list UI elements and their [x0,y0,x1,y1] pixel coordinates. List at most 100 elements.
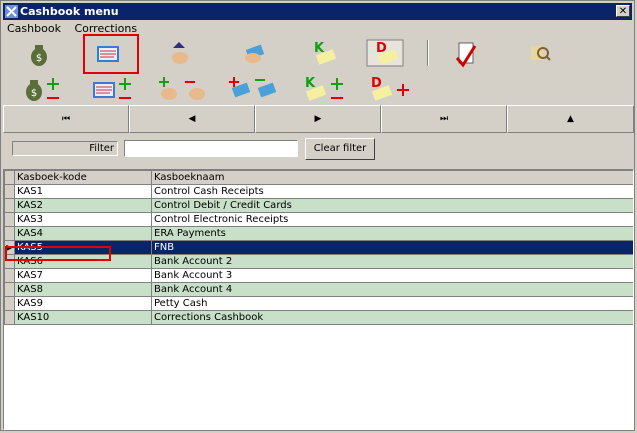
up-button[interactable]: ▲ [507,105,634,133]
up-hand-icon [172,42,188,64]
cards-transfer-button[interactable] [227,74,277,104]
menu-cashbook[interactable]: Cashbook [7,22,61,35]
cashbook-book-icon [97,46,119,62]
ledger-k-icon: K [314,41,337,65]
ledger-k-button[interactable]: K [303,38,343,68]
cell-name[interactable]: FNB [151,240,633,255]
toolbar-row-1: $ K D [5,38,631,68]
table-row[interactable]: KAS6 Bank Account 2 [4,254,633,269]
cards-transfer-icon [229,77,277,98]
report-button[interactable] [445,38,485,68]
row-indicator [4,268,15,283]
cell-name[interactable]: Corrections Cashbook [151,310,633,325]
cell-name[interactable]: Petty Cash [151,296,633,311]
filter-bar: Filter Clear filter [3,135,634,165]
row-indicator [4,212,15,227]
table-row[interactable]: KAS3 Control Electronic Receipts [4,212,633,227]
cell-code[interactable]: KAS8 [14,282,152,297]
ledger-d-add-icon: D [371,76,409,101]
cell-name[interactable]: Control Debit / Credit Cards [151,198,633,213]
cell-name[interactable]: Bank Account 3 [151,268,633,283]
menu-corrections[interactable]: Corrections [74,22,137,35]
cell-name[interactable]: Control Electronic Receipts [151,212,633,227]
ledger-k-add-remove-button[interactable]: K [303,74,343,104]
hands-transfer-button[interactable] [155,74,205,104]
cell-code[interactable]: KAS5 [14,240,152,255]
money-bag-add-remove-icon: $ [26,78,59,101]
last-icon: ⏭ [439,114,449,124]
row-indicator [4,310,15,325]
report-chart-icon [455,42,477,68]
close-button[interactable]: ✕ [616,5,630,17]
ledger-k-add-remove-icon: K [305,76,343,101]
svg-text:$: $ [31,88,37,99]
toolbar-separator [427,40,429,66]
table-row[interactable]: KAS8 Bank Account 4 [4,282,633,297]
record-navigator: ⏮ ◀ ▶ ⏭ ▲ [3,105,634,133]
ledger-d-add-button[interactable]: D [369,74,409,104]
row-indicator: ▶ [4,240,15,255]
cashbook-table: Kasboek-kode Kasboeknaam KAS1 Control Cas… [4,170,633,325]
hands-transfer-icon [159,77,205,100]
row-indicator [4,296,15,311]
cell-name[interactable]: Bank Account 2 [151,254,633,269]
cell-name[interactable]: Bank Account 4 [151,282,633,297]
indicator-header [4,170,15,185]
cell-name[interactable]: Control Cash Receipts [151,184,633,199]
cell-code[interactable]: KAS1 [14,184,152,199]
table-body: KAS1 Control Cash Receipts KAS2 Control Deb… [4,184,633,325]
search-zoom-icon [531,46,551,61]
cell-code[interactable]: KAS10 [14,310,152,325]
close-icon: ✕ [618,6,628,17]
prev-icon: ◀ [188,114,196,124]
prev-record-button[interactable]: ◀ [129,105,255,133]
ledger-d-icon: D [366,39,404,67]
row-indicator [4,282,15,297]
table-row[interactable]: KAS7 Bank Account 3 [4,268,633,283]
column-header-name[interactable]: Kasboeknaam [151,170,633,185]
column-header-code[interactable]: Kasboek-kode [14,170,152,185]
table-header: Kasboek-kode Kasboeknaam [4,170,633,185]
table-row[interactable]: KAS2 Control Debit / Credit Cards [4,198,633,213]
cell-name[interactable]: ERA Payments [151,226,633,241]
filter-input[interactable] [124,140,298,157]
table-row[interactable]: KAS9 Petty Cash [4,296,633,311]
cashbook-window: Cashbook menu ✕ Cashbook Corrections $ K… [0,0,635,431]
title-bar: Cashbook menu ✕ [3,3,632,20]
cell-code[interactable]: KAS6 [14,254,152,269]
hand-card-icon [245,44,265,63]
table-row[interactable]: ▶ KAS5 FNB [4,240,633,255]
next-icon: ▶ [314,114,322,124]
cell-code[interactable]: KAS9 [14,296,152,311]
cashbook-add-remove-button[interactable] [91,74,131,104]
cashbook-button[interactable] [87,38,127,68]
cell-code[interactable]: KAS2 [14,198,152,213]
filter-label: Filter [12,141,118,156]
ledger-d-button[interactable]: D [365,38,405,68]
row-indicator [4,254,15,269]
table-row[interactable]: KAS4 ERA Payments [4,226,633,241]
toolbar-row-2: $ K D [5,74,631,104]
cell-code[interactable]: KAS3 [14,212,152,227]
cell-code[interactable]: KAS7 [14,268,152,283]
row-indicator [4,184,15,199]
cashbook-add-remove-icon [93,78,131,99]
table-row[interactable]: KAS10 Corrections Cashbook [4,310,633,325]
table-row[interactable]: KAS1 Control Cash Receipts [4,184,633,199]
next-record-button[interactable]: ▶ [255,105,381,133]
window-title: Cashbook menu [20,5,119,18]
hand-card-button[interactable] [233,38,273,68]
up-hand-button[interactable] [159,38,199,68]
money-bag-button[interactable]: $ [19,38,59,68]
search-button[interactable] [519,38,559,68]
row-indicator [4,198,15,213]
first-record-button[interactable]: ⏮ [3,105,129,133]
svg-text:$: $ [36,53,42,64]
last-record-button[interactable]: ⏭ [381,105,507,133]
money-bag-add-remove-button[interactable]: $ [19,74,59,104]
app-icon [5,5,18,18]
cell-code[interactable]: KAS4 [14,226,152,241]
clear-filter-button[interactable]: Clear filter [305,138,375,160]
up-icon: ▲ [567,114,574,124]
cashbook-grid: Kasboek-kode Kasboeknaam KAS1 Control Cas… [3,169,634,430]
